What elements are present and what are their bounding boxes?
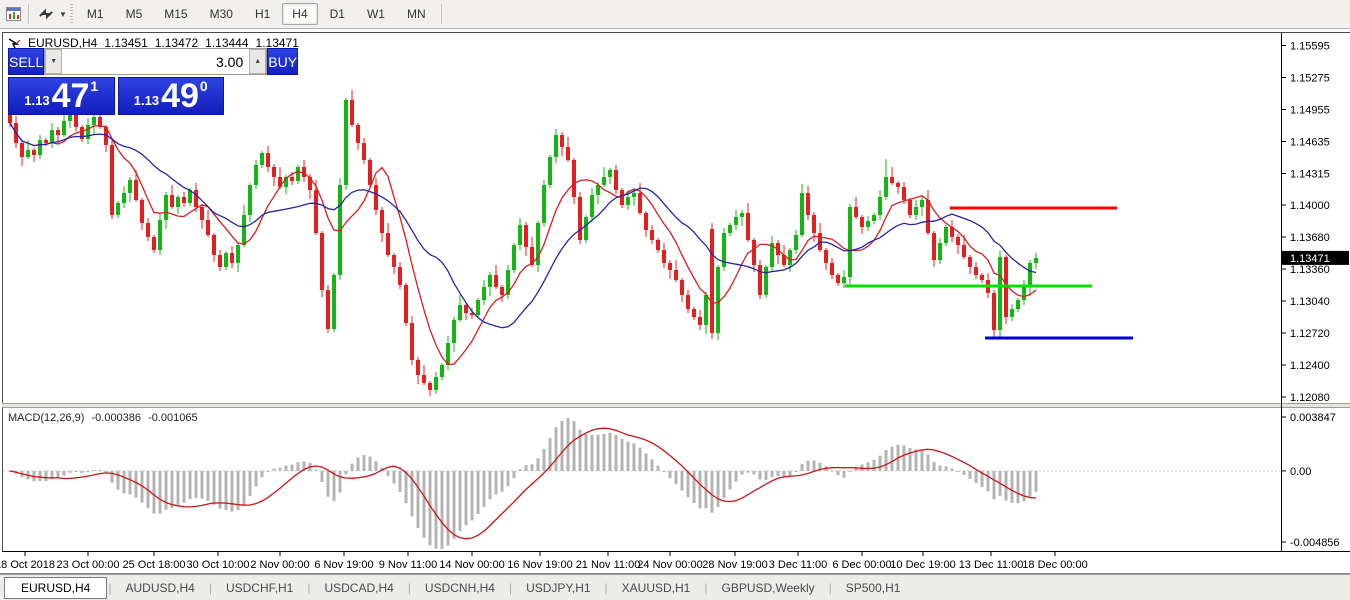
ask-price-prefix: 1.13 <box>134 93 159 108</box>
time-tick-label: 21 Nov 11:00 <box>576 559 641 571</box>
bid-price-pipette: 1 <box>90 78 98 94</box>
chart-tab-xauusd[interactable]: XAUUSD,H1 <box>609 579 704 597</box>
time-tick-label: 10 Dec 19:00 <box>890 559 955 571</box>
volume-decrease-button[interactable]: ▼ <box>45 49 62 74</box>
time-tick-label: 6 Dec 00:00 <box>832 559 891 571</box>
bid-price-prefix: 1.13 <box>24 93 49 108</box>
macd-tick-label: 0.003847 <box>1290 412 1336 424</box>
time-tick-label: 24 Nov 00:00 <box>637 559 702 571</box>
chart-tab-usdcnh[interactable]: USDCNH,H4 <box>412 579 508 597</box>
timeframe-button-mn[interactable]: MN <box>397 3 436 25</box>
price-tick-label: 1.14000 <box>1290 200 1330 212</box>
toolbar: ▼ M1M5M15M30H1H4D1W1MN <box>0 0 1350 29</box>
timeframe-button-h4[interactable]: H4 <box>282 3 317 25</box>
toolbar-separator <box>28 4 29 24</box>
chart-tab-audusd[interactable]: AUDUSD,H4 <box>112 579 207 597</box>
buy-button[interactable]: BUY <box>267 48 298 75</box>
macd-value: -0.000386 <box>91 412 141 424</box>
current-price-label: 1.13471 <box>1290 253 1330 265</box>
ask-price-big: 49 <box>161 81 199 111</box>
price-tick-label: 1.13360 <box>1290 264 1330 276</box>
toolbar-grip <box>70 4 73 24</box>
macd-tick-label: 0.00 <box>1290 466 1311 478</box>
chart-tab-bar: EURUSD,H4|AUDUSD,H4|USDCHF,H1|USDCAD,H4|… <box>0 574 1350 600</box>
time-tick-label: 18 Oct 2018 <box>0 559 55 571</box>
timeframe-button-d1[interactable]: D1 <box>320 3 355 25</box>
chevron-down-icon[interactable]: ▼ <box>59 10 67 19</box>
chart-tab-usdchf[interactable]: USDCHF,H1 <box>213 579 306 597</box>
ask-quote-button[interactable]: 1.13 49 0 <box>118 77 225 115</box>
timeframe-button-m15[interactable]: M15 <box>154 3 197 25</box>
time-tick-label: 6 Nov 19:00 <box>314 559 373 571</box>
chart-tab-sp500[interactable]: SP500,H1 <box>833 579 914 597</box>
volume-input[interactable] <box>62 49 249 74</box>
time-tick-label: 23 Oct 00:00 <box>57 559 120 571</box>
chart-tab-usdjpy[interactable]: USDJPY,H1 <box>513 579 603 597</box>
price-tick-label: 1.15595 <box>1290 41 1330 53</box>
toolbar-separator <box>441 4 442 24</box>
time-tick-label: 2 Nov 00:00 <box>250 559 309 571</box>
price-tick-label: 1.14955 <box>1290 105 1330 117</box>
price-tick-label: 1.12400 <box>1290 360 1330 372</box>
chart-tab-usdcad[interactable]: USDCAD,H4 <box>311 579 406 597</box>
mt4-application: 1.15595 1.15275 1.14955 1.14635 1.14315 1.140… <box>0 0 1350 600</box>
macd-indicator-label: MACD(12,26,9) -0.000386 -0.001065 <box>8 412 202 424</box>
timeframe-button-m30[interactable]: M30 <box>200 3 243 25</box>
ask-price-pipette: 0 <box>200 78 208 94</box>
time-tick-label: 30 Oct 10:00 <box>187 559 250 571</box>
price-tick-label: 1.15275 <box>1290 73 1330 85</box>
time-tick-label: 9 Nov 11:00 <box>379 559 438 571</box>
time-tick-label: 16 Nov 19:00 <box>507 559 572 571</box>
price-tick-label: 1.13040 <box>1290 296 1330 308</box>
price-tick-label: 1.14315 <box>1290 169 1330 181</box>
symbol-marker-icon <box>8 38 21 49</box>
volume-increase-button[interactable]: ▲ <box>249 49 266 74</box>
price-tick-label: 1.12720 <box>1290 328 1330 340</box>
time-tick-label: 25 Oct 18:00 <box>123 559 186 571</box>
macd-signal-value: -0.001065 <box>148 412 198 424</box>
chart-window-icon[interactable] <box>2 4 24 24</box>
time-tick-label: 3 Dec 11:00 <box>769 559 828 571</box>
time-tick-label: 14 Nov 00:00 <box>439 559 504 571</box>
price-tick-label: 1.14635 <box>1290 137 1330 149</box>
timeframe-button-w1[interactable]: W1 <box>357 3 395 25</box>
time-tick-label: 18 Dec 00:00 <box>1022 559 1087 571</box>
timeframe-button-h1[interactable]: H1 <box>245 3 280 25</box>
sell-button[interactable]: SELL <box>8 48 44 75</box>
arrange-charts-icon[interactable] <box>35 4 57 24</box>
volume-control: ▼ ▲ <box>44 48 267 75</box>
timeframe-button-m5[interactable]: M5 <box>116 3 153 25</box>
chart-tab-gbpusd[interactable]: GBPUSD,Weekly <box>708 579 827 597</box>
panel-splitter[interactable] <box>2 404 1350 407</box>
one-click-trading-panel: SELL ▼ ▲ BUY 1.13 47 1 1.13 49 0 <box>8 48 224 115</box>
time-tick-label: 13 Dec 11:00 <box>959 559 1024 571</box>
chart-tab-eurusd[interactable]: EURUSD,H4 <box>4 577 107 599</box>
macd-tick-label: -0.004856 <box>1290 537 1340 549</box>
bid-price-big: 47 <box>52 81 90 111</box>
time-tick-label: 28 Nov 19:00 <box>702 559 767 571</box>
price-tick-label: 1.12080 <box>1290 392 1330 404</box>
timeframe-button-m1[interactable]: M1 <box>77 3 114 25</box>
macd-name: MACD(12,26,9) <box>8 412 84 424</box>
price-tick-label: 1.13680 <box>1290 232 1330 244</box>
bid-quote-button[interactable]: 1.13 47 1 <box>8 77 115 115</box>
